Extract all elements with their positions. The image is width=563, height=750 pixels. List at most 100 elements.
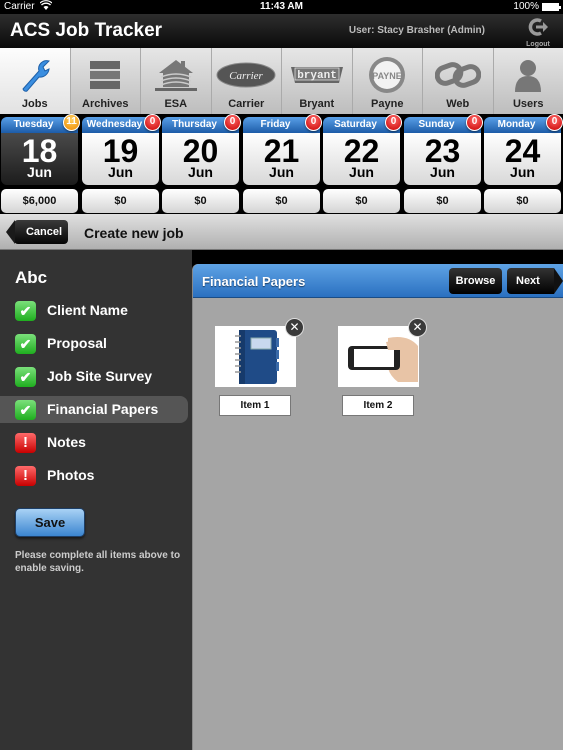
bryant-logo-icon: bryant	[282, 56, 352, 94]
clock: 11:43 AM	[260, 1, 303, 12]
day-month: Jun	[108, 164, 133, 180]
tab-users[interactable]: Users	[494, 48, 563, 114]
warning-icon: !	[15, 433, 36, 453]
job-checklist-sidebar: Abc ✔ Client Name ✔ Proposal ✔ Job Site …	[0, 250, 192, 750]
page-title: Create new job	[84, 225, 184, 241]
day-amount: $6,000	[1, 189, 78, 213]
tab-archives[interactable]: Archives	[71, 48, 141, 114]
next-button[interactable]: Next	[507, 268, 563, 294]
checklist-label: Notes	[47, 434, 86, 450]
tab-label: Archives	[82, 98, 129, 110]
job-count-badge: 0	[224, 114, 241, 131]
logout-button[interactable]: Logout	[523, 17, 553, 48]
day-friday[interactable]: Friday 21 Jun 0 $0	[243, 114, 322, 213]
day-date: 24	[504, 133, 541, 169]
job-count-badge: 0	[385, 114, 402, 131]
tab-payne[interactable]: PAYNE Payne	[353, 48, 423, 114]
checkmark-icon: ✔	[15, 367, 36, 387]
tab-label: ESA	[164, 98, 188, 110]
day-month: Jun	[430, 164, 455, 180]
status-bar: Carrier 11:43 AM 100%	[0, 0, 563, 14]
app-title: ACS Job Tracker	[10, 20, 163, 41]
day-month: Jun	[510, 164, 535, 180]
day-amount: $0	[404, 189, 481, 213]
checklist-label: Job Site Survey	[47, 368, 153, 384]
navigation-bar: Cancel Create new job	[0, 214, 563, 250]
cancel-button[interactable]: Cancel	[6, 220, 68, 244]
checklist-item-client-name[interactable]: ✔ Client Name	[0, 297, 188, 324]
remove-item-button[interactable]: ✕	[285, 318, 304, 337]
day-date: 22	[343, 133, 380, 169]
job-name: Abc	[15, 268, 48, 287]
save-button[interactable]: Save	[15, 508, 85, 537]
day-month: Jun	[349, 164, 374, 180]
browse-button[interactable]: Browse	[449, 268, 502, 294]
tab-carrier[interactable]: Carrier Carrier	[212, 48, 282, 114]
tab-label: Users	[512, 98, 544, 110]
checkmark-icon: ✔	[15, 334, 36, 354]
tab-label: Carrier	[228, 98, 265, 110]
job-count-badge: 0	[144, 114, 161, 131]
day-date: 18	[21, 133, 58, 169]
panel-header: Financial Papers Browse Next	[193, 264, 563, 298]
day-date: 21	[263, 133, 300, 169]
chain-link-icon	[423, 56, 493, 94]
checklist-label: Financial Papers	[47, 401, 159, 417]
checklist-item-photos[interactable]: ! Photos	[0, 462, 188, 489]
day-amount: $0	[162, 189, 239, 213]
day-amount: $0	[243, 189, 320, 213]
day-amount: $0	[484, 189, 561, 213]
main-tab-bar: Jobs Archives ESA Carrier Carrier bryant…	[0, 48, 563, 114]
day-thursday[interactable]: Thursday 20 Jun 0 $0	[162, 114, 241, 213]
checklist-item-proposal[interactable]: ✔ Proposal	[0, 330, 188, 357]
svg-text:Carrier: Carrier	[229, 70, 263, 82]
day-wednesday[interactable]: Wednesday 19 Jun 0 $0	[82, 114, 161, 213]
tab-esa[interactable]: ESA	[141, 48, 212, 114]
tab-label: Payne	[371, 98, 404, 110]
phone-in-hand-icon[interactable]	[338, 326, 419, 387]
panel-title: Financial Papers	[202, 274, 306, 289]
tab-jobs[interactable]: Jobs	[0, 48, 71, 114]
job-count-badge: 0	[305, 114, 322, 131]
notebook-icon[interactable]	[215, 326, 296, 387]
logout-icon	[523, 17, 553, 41]
checklist-item-job-site-survey[interactable]: ✔ Job Site Survey	[0, 363, 188, 390]
checklist-label: Photos	[47, 467, 95, 483]
save-hint-text: Please complete all items above to enabl…	[15, 550, 181, 574]
svg-text:bryant: bryant	[297, 70, 337, 82]
tab-web[interactable]: Web	[423, 48, 494, 114]
logout-label: Logout	[526, 41, 550, 48]
warning-icon: !	[15, 466, 36, 486]
user-silhouette-icon	[494, 56, 563, 94]
job-count-badge: 0	[466, 114, 483, 131]
day-amount: $0	[323, 189, 400, 213]
battery-icon	[542, 3, 561, 11]
day-month: Jun	[269, 164, 294, 180]
day-saturday[interactable]: Saturday 22 Jun 0 $0	[323, 114, 402, 213]
day-date: 19	[102, 133, 139, 169]
job-count-badge: 0	[546, 114, 563, 131]
remove-item-button[interactable]: ✕	[408, 318, 427, 337]
day-monday[interactable]: Monday 24 Jun 0 $0	[484, 114, 563, 213]
tab-bryant[interactable]: bryant Bryant	[282, 48, 353, 114]
item-caption[interactable]: Item 2	[342, 395, 414, 416]
day-month: Jun	[188, 164, 213, 180]
wrench-icon	[0, 56, 70, 94]
tab-label: Web	[446, 98, 470, 110]
archive-drawers-icon	[71, 56, 141, 94]
day-sunday[interactable]: Sunday 23 Jun 0 $0	[404, 114, 483, 213]
checklist-label: Client Name	[47, 302, 128, 318]
checklist-label: Proposal	[47, 335, 107, 351]
day-month: Jun	[27, 164, 52, 180]
week-calendar: Tuesday 18 Jun 11 $6,000 Wednesday 19 Jun …	[0, 114, 563, 214]
day-date: 23	[424, 133, 461, 169]
app-header: ACS Job Tracker User: Stacy Brasher (Adm…	[0, 14, 563, 48]
tab-label: Jobs	[21, 98, 48, 110]
day-tuesday[interactable]: Tuesday 18 Jun 11 $6,000	[1, 114, 80, 213]
checklist-item-financial-papers[interactable]: ✔ Financial Papers	[0, 396, 188, 423]
tab-label: Bryant	[299, 98, 335, 110]
job-count-badge: 11	[63, 114, 80, 131]
checklist-item-notes[interactable]: ! Notes	[0, 429, 188, 456]
checkmark-icon: ✔	[15, 400, 36, 420]
item-caption[interactable]: Item 1	[219, 395, 291, 416]
